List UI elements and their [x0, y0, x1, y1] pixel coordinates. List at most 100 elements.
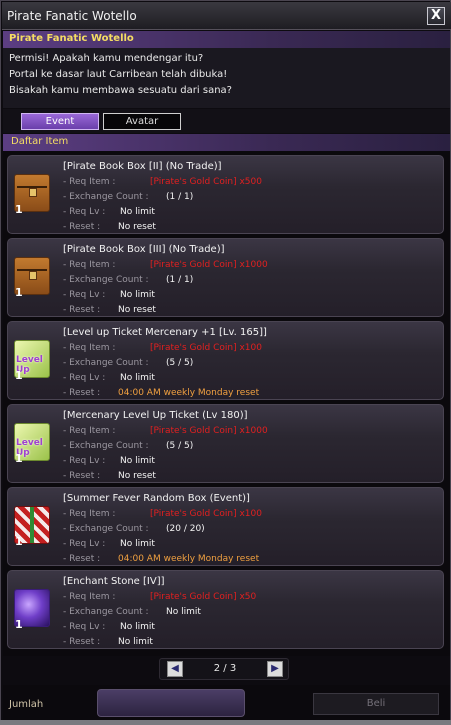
item-quantity: 1 — [15, 286, 23, 299]
exchange-count-row: - Exchange Count : (5 / 5) — [63, 358, 193, 368]
item-list-header: Daftar Item — [3, 134, 450, 151]
req-item-value: [Pirate's Gold Coin] x100 — [150, 509, 262, 519]
reset-row: - Reset : No reset — [63, 222, 156, 232]
item-card[interactable]: Level Up 1 [Level up Ticket Mercenary +1… — [7, 321, 444, 400]
req-lv-label: - Req Lv : — [63, 539, 106, 549]
reset-label: - Reset : — [63, 222, 101, 232]
req-item-label: - Req Item : — [63, 426, 116, 436]
item-name: [Pirate Book Box [III] (No Trade)] — [63, 244, 225, 255]
item-name: [Summer Fever Random Box (Event)] — [63, 493, 250, 504]
npc-name-bar: Pirate Fanatic Wotello — [3, 31, 450, 48]
reset-row: - Reset : 04:00 AM weekly Monday reset — [63, 554, 259, 564]
req-item-row: - Req Item : [Pirate's Gold Coin] x100 — [63, 343, 262, 353]
quantity-input[interactable] — [97, 689, 245, 717]
req-item-label: - Req Item : — [63, 343, 116, 353]
item-quantity: 1 — [15, 618, 23, 631]
exchange-count-label: - Exchange Count : — [63, 441, 149, 451]
req-item-row: - Req Item : [Pirate's Gold Coin] x1000 — [63, 260, 268, 270]
item-quantity: 1 — [15, 535, 23, 548]
reset-value: No reset — [118, 471, 156, 481]
req-lv-row: - Req Lv : No limit — [63, 622, 155, 632]
reset-row: - Reset : No limit — [63, 637, 153, 647]
exchange-count-row: - Exchange Count : (20 / 20) — [63, 524, 205, 534]
reset-label: - Reset : — [63, 388, 101, 398]
item-card[interactable]: 1 [Pirate Book Box [III] (No Trade)] - R… — [7, 238, 444, 317]
item-quantity: 1 — [15, 369, 23, 382]
req-lv-value: No limit — [120, 290, 155, 300]
exchange-count-value: (5 / 5) — [166, 441, 194, 451]
exchange-count-label: - Exchange Count : — [63, 524, 149, 534]
reset-value: No reset — [118, 305, 156, 315]
tab-bar: Event Avatar — [3, 109, 450, 133]
req-item-row: - Req Item : [Pirate's Gold Coin] x50 — [63, 592, 256, 602]
item-card[interactable]: 1 [Summer Fever Random Box (Event)] - Re… — [7, 487, 444, 566]
npc-exchange-window: Pirate Fanatic Wotello X Pirate Fanatic … — [0, 0, 451, 725]
tab-avatar[interactable]: Avatar — [103, 113, 181, 130]
req-lv-value: No limit — [120, 373, 155, 383]
buy-button[interactable]: Beli — [313, 693, 439, 715]
item-quantity: 1 — [15, 452, 23, 465]
item-name: [Enchant Stone [IV]] — [63, 576, 165, 587]
exchange-count-value: (5 / 5) — [166, 358, 194, 368]
req-lv-value: No limit — [120, 456, 155, 466]
exchange-count-label: - Exchange Count : — [63, 358, 149, 368]
item-card[interactable]: Level Up 1 [Mercenary Level Up Ticket (L… — [7, 404, 444, 483]
req-lv-value: No limit — [120, 539, 155, 549]
req-lv-label: - Req Lv : — [63, 373, 106, 383]
req-lv-row: - Req Lv : No limit — [63, 207, 155, 217]
req-item-value: [Pirate's Gold Coin] x100 — [150, 343, 262, 353]
reset-value: No reset — [118, 222, 156, 232]
footer-bar: Jumlah Beli — [3, 685, 450, 723]
close-button[interactable]: X — [427, 7, 445, 25]
req-item-label: - Req Item : — [63, 592, 116, 602]
req-lv-label: - Req Lv : — [63, 456, 106, 466]
quantity-label: Jumlah — [9, 699, 44, 710]
reset-label: - Reset : — [63, 554, 101, 564]
reset-row: - Reset : No reset — [63, 305, 156, 315]
exchange-count-label: - Exchange Count : — [63, 192, 149, 202]
reset-row: - Reset : 04:00 AM weekly Monday reset — [63, 388, 259, 398]
req-lv-row: - Req Lv : No limit — [63, 456, 155, 466]
item-name: [Mercenary Level Up Ticket (Lv 180)] — [63, 410, 248, 421]
exchange-count-row: - Exchange Count : (5 / 5) — [63, 441, 193, 451]
dialog-line: Bisakah kamu membawa sesuatu dari sana? — [9, 85, 232, 96]
req-lv-row: - Req Lv : No limit — [63, 290, 155, 300]
item-card[interactable]: 1 [Enchant Stone [IV]] - Req Item : [Pira… — [7, 570, 444, 649]
req-item-label: - Req Item : — [63, 260, 116, 270]
req-item-label: - Req Item : — [63, 177, 116, 187]
window-title: Pirate Fanatic Wotello — [7, 9, 137, 23]
req-item-row: - Req Item : [Pirate's Gold Coin] x500 — [63, 177, 262, 187]
reset-value: 04:00 AM weekly Monday reset — [118, 388, 260, 398]
npc-dialog: Permisi! Apakah kamu mendengar itu? Port… — [3, 48, 450, 108]
exchange-count-row: - Exchange Count : (1 / 1) — [63, 275, 193, 285]
bottom-strip — [0, 720, 451, 725]
req-item-row: - Req Item : [Pirate's Gold Coin] x1000 — [63, 426, 268, 436]
item-quantity: 1 — [15, 203, 23, 216]
req-item-value: [Pirate's Gold Coin] x500 — [150, 177, 262, 187]
exchange-count-label: - Exchange Count : — [63, 275, 149, 285]
req-lv-value: No limit — [120, 622, 155, 632]
title-bar[interactable]: Pirate Fanatic Wotello X — [2, 2, 451, 30]
dialog-line: Portal ke dasar laut Carribean telah dib… — [9, 69, 228, 80]
npc-name: Pirate Fanatic Wotello — [9, 33, 134, 44]
dialog-line: Permisi! Apakah kamu mendengar itu? — [9, 53, 204, 64]
req-lv-row: - Req Lv : No limit — [63, 539, 155, 549]
exchange-count-value: (20 / 20) — [166, 524, 205, 534]
item-list: 1 [Pirate Book Box [II] (No Trade)] - Re… — [3, 151, 450, 656]
exchange-count-label: - Exchange Count : — [63, 607, 149, 617]
req-lv-row: - Req Lv : No limit — [63, 373, 155, 383]
tab-event[interactable]: Event — [21, 113, 99, 130]
item-name: [Level up Ticket Mercenary +1 [Lv. 165]] — [63, 327, 267, 338]
reset-value: 04:00 AM weekly Monday reset — [118, 554, 260, 564]
req-lv-label: - Req Lv : — [63, 622, 106, 632]
req-item-row: - Req Item : [Pirate's Gold Coin] x100 — [63, 509, 262, 519]
req-item-value: [Pirate's Gold Coin] x50 — [150, 592, 257, 602]
next-page-button[interactable]: ▶ — [267, 661, 283, 677]
exchange-count-value: (1 / 1) — [166, 192, 194, 202]
item-card[interactable]: 1 [Pirate Book Box [II] (No Trade)] - Re… — [7, 155, 444, 234]
req-item-value: [Pirate's Gold Coin] x1000 — [150, 260, 268, 270]
exchange-count-row: - Exchange Count : No limit — [63, 607, 201, 617]
exchange-count-value: No limit — [166, 607, 201, 617]
req-item-label: - Req Item : — [63, 509, 116, 519]
reset-label: - Reset : — [63, 637, 101, 647]
